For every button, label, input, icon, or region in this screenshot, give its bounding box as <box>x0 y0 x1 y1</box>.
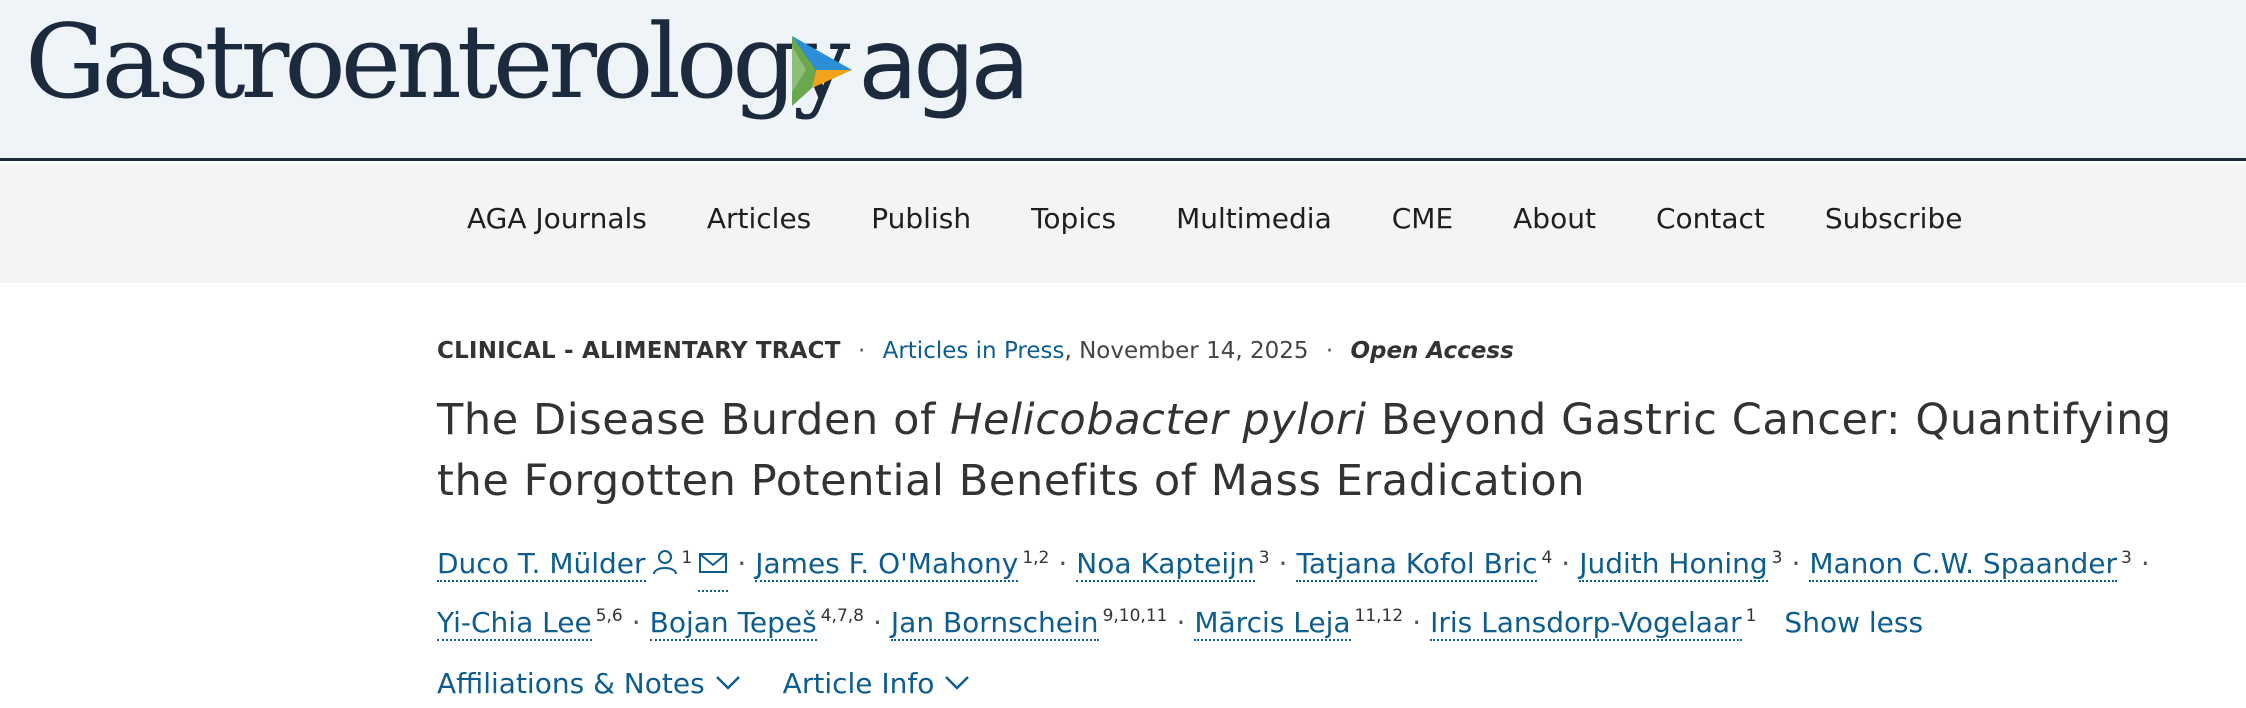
author-affiliation: 1 <box>681 548 693 568</box>
chevron-down-icon <box>715 676 740 690</box>
nav-item-topics[interactable]: Topics <box>1031 202 1116 235</box>
article-header: CLINICAL - ALIMENTARY TRACT · Articles i… <box>437 338 2237 700</box>
author-affiliation: 1 <box>1745 606 1757 627</box>
author-link[interactable]: Tatjana Kofol Bric <box>1296 547 1538 583</box>
author-list: Duco T. Mülder 1 · James F. O'Mahony 1,2 · Noa… <box>437 534 2227 647</box>
article-meta: CLINICAL - ALIMENTARY TRACT · Articles i… <box>437 338 2237 364</box>
author-link[interactable]: Mārcis Leja <box>1194 605 1351 641</box>
author-separator: · <box>1176 605 1186 639</box>
journal-logo[interactable]: Gastroenterology <box>25 12 850 114</box>
article-title: The Disease Burden of Helicobacter pylor… <box>437 390 2237 512</box>
author-separator: · <box>2140 547 2150 581</box>
author-separator: · <box>631 605 641 639</box>
title-italic: Helicobacter pylori <box>950 395 1367 445</box>
nav-item-contact[interactable]: Contact <box>1656 202 1765 235</box>
author-separator: · <box>1058 547 1068 581</box>
chevron-down-icon <box>945 676 970 690</box>
nav-item-subscribe[interactable]: Subscribe <box>1825 202 1963 235</box>
open-access-badge: Open Access <box>1350 338 1514 364</box>
aga-logo[interactable]: aga <box>792 16 1030 114</box>
affiliations-notes-toggle[interactable]: Affiliations & Notes <box>437 667 741 700</box>
article-info-toggle[interactable]: Article Info <box>783 667 971 700</box>
aga-triangle-icon <box>792 36 852 106</box>
author-affiliation: 5,6 <box>595 606 623 627</box>
author-separator: · <box>1412 605 1422 639</box>
nav-item-cme[interactable]: CME <box>1392 202 1453 235</box>
publication-date: , November 14, 2025 <box>1064 338 1309 364</box>
nav-item-articles[interactable]: Articles <box>707 202 811 235</box>
nav-item-multimedia[interactable]: Multimedia <box>1176 202 1332 235</box>
author-affiliation: 3 <box>1771 548 1783 568</box>
meta-separator: · <box>857 338 866 364</box>
author-affiliation: 11,12 <box>1354 606 1404 627</box>
author-link[interactable]: Noa Kapteijn <box>1076 547 1255 583</box>
nav-list: AGA Journals Articles Publish Topics Mul… <box>467 202 2022 235</box>
author-link[interactable]: Duco T. Mülder <box>437 547 646 583</box>
email-icon[interactable] <box>698 541 729 593</box>
article-info-label: Article Info <box>782 666 935 700</box>
nav-item-publish[interactable]: Publish <box>871 202 971 235</box>
title-part-1: The Disease Burden of <box>437 395 951 445</box>
author-separator: · <box>1561 547 1571 581</box>
person-icon[interactable] <box>652 541 678 590</box>
author-link[interactable]: Manon C.W. Spaander <box>1809 547 2118 583</box>
author-affiliation: 1,2 <box>1022 548 1050 568</box>
author-link[interactable]: Jan Bornschein <box>890 605 1099 641</box>
author-link[interactable]: Judith Honing <box>1579 547 1768 583</box>
nav-item-aga-journals[interactable]: AGA Journals <box>467 202 647 235</box>
author-separator: · <box>1278 547 1288 581</box>
article-category: CLINICAL - ALIMENTARY TRACT <box>437 338 841 364</box>
author-separator: · <box>737 547 747 581</box>
main-navigation: AGA Journals Articles Publish Topics Mul… <box>0 164 2246 283</box>
author-separator: · <box>873 605 882 639</box>
author-link[interactable]: Bojan Tepeš <box>649 605 817 641</box>
author-affiliation: 4,7,8 <box>820 606 864 627</box>
meta-separator: · <box>1325 338 1334 364</box>
author-affiliation: 9,10,11 <box>1102 606 1168 627</box>
author-link[interactable]: James F. O'Mahony <box>755 547 1019 583</box>
masthead: Gastroenterology aga <box>0 0 2246 161</box>
author-link[interactable]: Yi-Chia Lee <box>437 605 592 641</box>
author-affiliation: 3 <box>2121 548 2132 568</box>
author-link[interactable]: Iris Lansdorp-Vogelaar <box>1430 605 1742 641</box>
articles-in-press-link[interactable]: Articles in Press <box>883 338 1065 364</box>
affiliations-notes-label: Affiliations & Notes <box>437 666 705 700</box>
author-affiliation: 3 <box>1258 548 1270 568</box>
article-detail-tabs: Affiliations & Notes Article Info <box>437 667 2237 700</box>
show-less-button[interactable]: Show less <box>1784 606 1923 639</box>
author-affiliation: 4 <box>1541 548 1553 568</box>
aga-wordmark: aga <box>858 8 1030 122</box>
author-separator: · <box>1791 547 1801 581</box>
nav-item-about[interactable]: About <box>1513 202 1596 235</box>
